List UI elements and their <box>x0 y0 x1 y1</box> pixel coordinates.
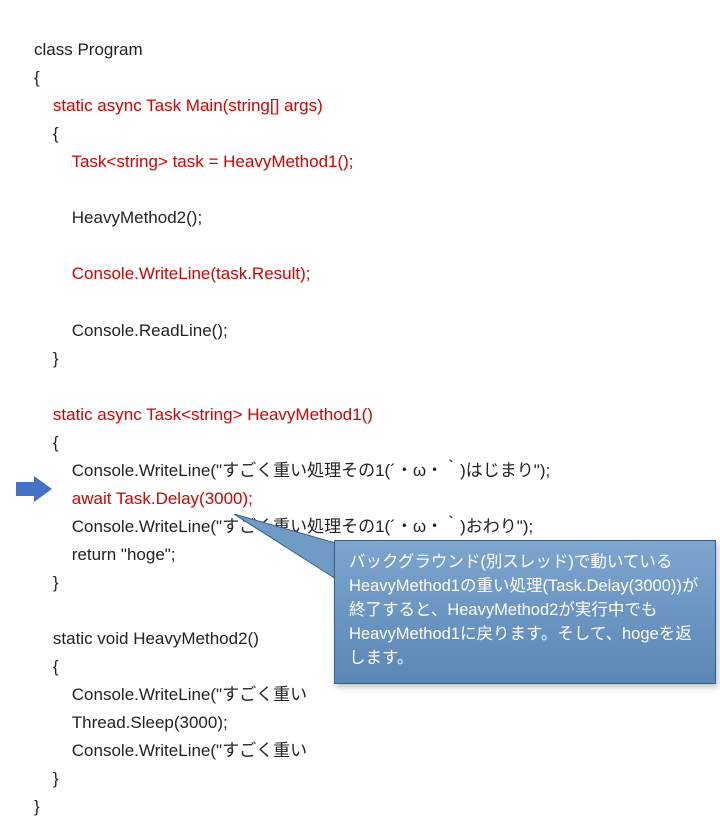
code-line: Console.WriteLine("すごく重い <box>34 741 307 760</box>
code-line: Console.ReadLine(); <box>34 321 228 340</box>
code-block: class Program { static async Task Main(s… <box>34 8 550 821</box>
code-line: { <box>34 68 40 87</box>
code-line: } <box>34 797 40 816</box>
explanation-callout: バックグラウンド(別スレッド)で動いているHeavyMethod1の重い処理(T… <box>334 540 716 684</box>
code-line: { <box>34 657 59 676</box>
current-line-arrow-icon <box>16 476 52 502</box>
code-line: static void HeavyMethod2() <box>34 629 259 648</box>
code-line: Console.WriteLine(task.Result); <box>34 264 311 283</box>
code-line: { <box>34 124 59 143</box>
code-line: } <box>34 769 59 788</box>
code-line: { <box>34 433 59 452</box>
code-line: Task<string> task = HeavyMethod1(); <box>34 152 354 171</box>
code-line: await Task.Delay(3000); <box>34 489 253 508</box>
code-line: Console.WriteLine("すごく重い処理その1(´・ω・｀)はじまり… <box>34 461 550 480</box>
code-line: Console.WriteLine("すごく重い処理その1(´・ω・｀)おわり"… <box>34 517 533 536</box>
code-line: static async Task Main(string[] args) <box>34 96 323 115</box>
code-line: return "hoge"; <box>34 545 176 564</box>
code-line: Console.WriteLine("すごく重い <box>34 685 307 704</box>
code-line: static async Task<string> HeavyMethod1() <box>34 405 373 424</box>
code-line: HeavyMethod2(); <box>34 208 202 227</box>
code-line: class Program <box>34 40 143 59</box>
callout-text: バックグラウンド(別スレッド)で動いているHeavyMethod1の重い処理(T… <box>349 553 698 667</box>
code-line: } <box>34 349 59 368</box>
code-line: Thread.Sleep(3000); <box>34 713 228 732</box>
code-line: } <box>34 573 59 592</box>
